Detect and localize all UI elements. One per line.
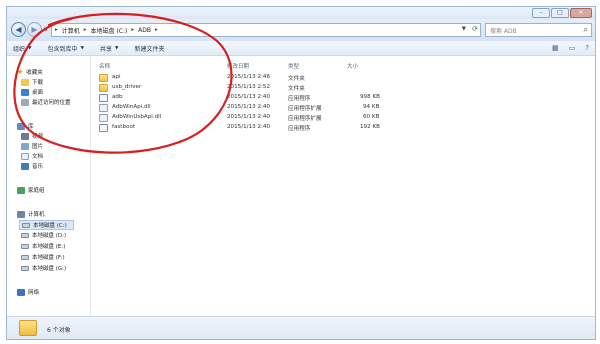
explorer-window: – □ ✕ ◀ ▶ ▼ ▸ 计算机 ▸ 本地磁盘 (C:) ▸ ADB ▸ ▼ … xyxy=(6,6,596,340)
maximize-button[interactable]: □ xyxy=(551,8,569,18)
nav-label: 本地磁盘 (D:) xyxy=(32,233,67,239)
nav-network[interactable]: 网络 xyxy=(17,288,39,296)
nav-drive-f[interactable]: 本地磁盘 (F:) xyxy=(21,253,65,261)
minimize-button[interactable]: – xyxy=(532,8,550,18)
nav-drive-g[interactable]: 本地磁盘 (G:) xyxy=(21,264,66,272)
nav-drive-d[interactable]: 本地磁盘 (D:) xyxy=(21,231,66,239)
status-bar: 6 个对象 xyxy=(7,316,595,339)
file-size: 60 KB xyxy=(363,114,380,120)
column-header-size[interactable]: 大小 xyxy=(347,62,358,70)
hard-drive-icon xyxy=(21,265,29,271)
search-icon[interactable]: ⌕ xyxy=(584,25,588,35)
nav-label: 本地磁盘 (C:) xyxy=(33,223,67,229)
nav-drive-e[interactable]: 本地磁盘 (E:) xyxy=(21,242,65,250)
item-count: 6 个对象 xyxy=(47,327,71,334)
view-options-icon[interactable]: ▦ xyxy=(552,44,559,52)
file-size: 998 KB xyxy=(360,94,380,100)
nav-label: 本地磁盘 (G:) xyxy=(32,266,67,272)
close-button[interactable]: ✕ xyxy=(570,8,592,18)
nav-computer[interactable]: 计算机 xyxy=(17,210,45,218)
nav-label: 本地磁盘 (F:) xyxy=(32,255,65,261)
homegroup-icon xyxy=(17,186,25,194)
preview-pane-icon[interactable]: ▭ xyxy=(569,44,576,52)
music-library-icon xyxy=(21,162,29,170)
window-controls: – □ ✕ xyxy=(532,8,592,18)
file-type: 应用程序 xyxy=(288,96,311,102)
file-type: 应用程序扩展 xyxy=(288,116,322,122)
file-size: 192 KB xyxy=(360,124,380,130)
file-type: 应用程序扩展 xyxy=(288,106,322,112)
file-type: 应用程序 xyxy=(288,126,311,132)
red-annotation-ellipse xyxy=(13,12,233,154)
file-type: 文件夹 xyxy=(288,86,305,92)
hard-drive-icon xyxy=(21,232,29,238)
search-placeholder: 搜索 ADB xyxy=(490,27,517,35)
nav-label: 音乐 xyxy=(32,164,44,170)
nav-drive-c[interactable]: 本地磁盘 (C:) xyxy=(19,220,74,230)
file-type: 文件夹 xyxy=(288,76,305,82)
nav-label: 家庭组 xyxy=(28,188,45,194)
nav-label: 计算机 xyxy=(28,212,45,218)
column-header-type[interactable]: 类型 xyxy=(288,62,299,70)
folder-icon xyxy=(19,320,37,336)
address-history-dropdown[interactable]: ▼ xyxy=(462,26,466,32)
refresh-icon[interactable]: ⟳ xyxy=(472,25,478,33)
hard-drive-icon xyxy=(21,254,29,260)
nav-label: 本地磁盘 (E:) xyxy=(32,244,66,250)
nav-homegroup[interactable]: 家庭组 xyxy=(17,186,45,194)
network-icon xyxy=(17,288,25,296)
computer-icon xyxy=(17,210,25,218)
file-size: 94 KB xyxy=(363,104,380,110)
hard-drive-icon xyxy=(21,243,29,249)
nav-music[interactable]: 音乐 xyxy=(21,162,43,170)
hard-drive-icon xyxy=(22,222,30,228)
nav-label: 网络 xyxy=(28,290,40,296)
view-controls: ▦ ▭ ? xyxy=(552,44,589,52)
search-input[interactable]: 搜索 ADB ⌕ xyxy=(485,23,592,37)
help-icon[interactable]: ? xyxy=(585,44,589,52)
